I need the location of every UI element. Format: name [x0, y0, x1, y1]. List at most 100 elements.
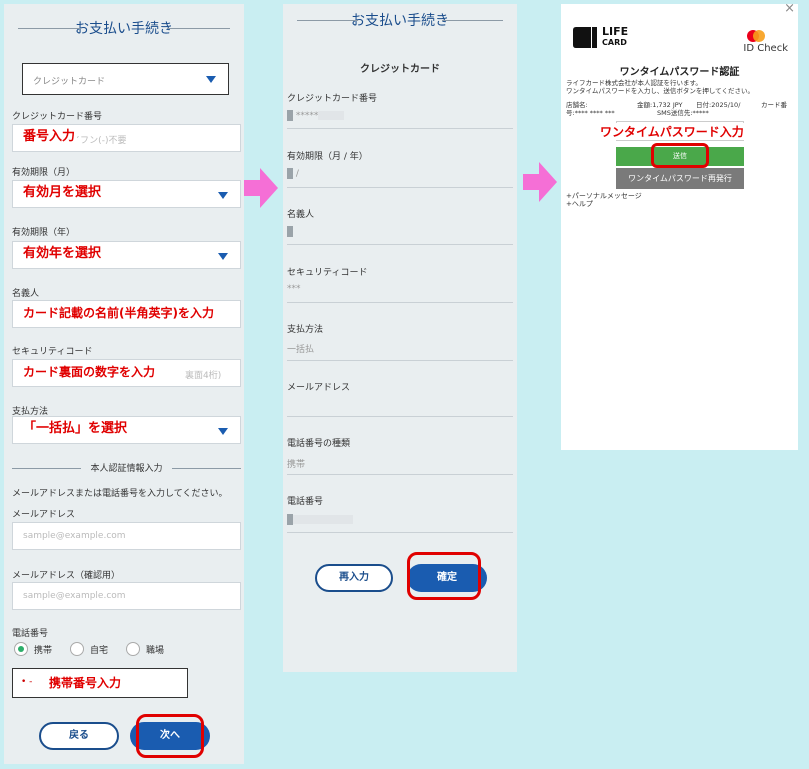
close-icon[interactable]: × [784, 1, 795, 16]
phone-type-home-label: 自宅 [90, 645, 109, 656]
confirm-email-label: メールアドレス [287, 383, 351, 393]
highlight-ring [136, 714, 204, 758]
confirm-name-value [287, 226, 293, 237]
exp-month-label: 有効期限（月） [12, 168, 76, 178]
otp-amount: 金額:1,732 JPY [637, 101, 683, 109]
auth-divider: 本人認証情報入力 [12, 461, 241, 474]
resend-otp-button[interactable]: ワンタイムパスワード再発行 [616, 168, 744, 189]
otp-sms-target: SMS送信先:***** [657, 109, 709, 117]
confirm-payment-value: 一括払 [287, 345, 315, 355]
otp-store-label: 店舗名: [566, 101, 588, 109]
phone-type-radio-group: 携帯 自宅 職場 [14, 642, 182, 656]
phone-type-home[interactable]: 自宅 [70, 642, 108, 656]
card-type-value: クレジットカード [33, 77, 106, 87]
masked-block [318, 111, 345, 120]
otp-card-number: 号:**** **** *** [566, 109, 615, 117]
email-placeholder: sample@example.com [23, 531, 126, 541]
confirm-heading: クレジットカード [360, 64, 440, 75]
life-card-logo-icon [573, 27, 597, 48]
confirm-card-number-value: ***** [287, 110, 345, 121]
arrow-right-icon [523, 162, 557, 202]
form-title: お支払い手続き [4, 18, 244, 38]
otp-title: ワンタイムパスワード認証 [619, 67, 740, 78]
confirm-security-label: セキュリティコード [287, 268, 368, 278]
masked-name [287, 226, 293, 237]
phone-type-work[interactable]: 職場 [126, 642, 164, 656]
confirm-card-number-text: ***** [295, 111, 319, 121]
confirm-expiry-label: 有効期限（月 / 年） [287, 152, 368, 162]
email-confirm-label: メールアドレス（確認用） [12, 571, 121, 581]
brand-name-line1: LIFE [602, 25, 629, 38]
back-button[interactable]: 戻る [39, 722, 119, 750]
divider [287, 302, 513, 303]
card-type-select[interactable]: クレジットカード [22, 63, 229, 95]
exp-year-annotation: 有効年を選択 [21, 245, 104, 263]
email-label: メールアドレス [12, 510, 76, 520]
auth-instruction: メールアドレスまたは電話番号を入力してください。 [12, 489, 228, 499]
confirm-phone-type-label: 電話番号の種類 [287, 439, 351, 449]
chevron-down-icon [206, 76, 216, 83]
otp-panel: × LIFE CARD ID Check ワンタイムパスワード認証 ライフカード… [561, 1, 798, 450]
confirm-phone-value [287, 514, 353, 525]
payment-method-select[interactable]: 「一括払」を選択 [12, 416, 241, 444]
payment-annotation: 「一括払」を選択 [21, 420, 130, 438]
personal-message-link[interactable]: +パーソナルメッセージ [566, 192, 642, 200]
brand-name-line2: CARD [602, 38, 627, 47]
highlight-ring [651, 143, 709, 168]
divider [287, 187, 513, 188]
divider [287, 128, 513, 129]
email-confirm-placeholder: sample@example.com [23, 591, 126, 601]
card-number-input[interactable]: イフン(-)不要 番号入力 [12, 124, 241, 152]
exp-month-select[interactable]: 有効月を選択 [12, 180, 241, 208]
security-code-placeholder: 裏面4桁) [185, 371, 222, 381]
reenter-button[interactable]: 再入力 [315, 564, 393, 592]
phone-number-input[interactable]: • - 携帯番号入力 [12, 668, 188, 698]
id-check-label: ID Check [743, 43, 788, 54]
confirm-phone-label: 電話番号 [287, 497, 324, 507]
confirm-payment-label: 支払方法 [287, 325, 324, 335]
masked-block [293, 515, 353, 524]
chevron-down-icon [218, 428, 228, 435]
security-code-label: セキュリティコード [12, 347, 93, 357]
confirm-phone-type-value: 携帯 [287, 460, 306, 470]
masked-digits [287, 110, 293, 121]
masked-digits [287, 168, 293, 179]
divider [287, 360, 513, 361]
otp-description-2: ワンタイムパスワードを入力し、送信ボタンを押してください。 [566, 87, 754, 95]
arrow-right-icon [244, 168, 278, 208]
help-link[interactable]: +ヘルプ [566, 200, 593, 208]
confirm-expiry-text: / [295, 169, 299, 179]
otp-description-1: ライフカード株式会社が本人認証を行います。 [566, 79, 702, 87]
confirm-panel: お支払い手続き クレジットカード クレジットカード番号 ***** 有効期限（月… [283, 4, 517, 672]
divider [287, 416, 513, 417]
card-number-annotation: 番号入力 [21, 128, 78, 146]
confirm-name-label: 名義人 [287, 210, 315, 220]
divider [287, 474, 513, 475]
confirm-title: お支払い手続き [283, 10, 517, 30]
chevron-down-icon [218, 192, 228, 199]
exp-year-select[interactable]: 有効年を選択 [12, 241, 241, 269]
otp-card-label: カード番 [761, 101, 787, 109]
highlight-ring [407, 552, 481, 600]
payment-form-panel: お支払い手続き クレジットカード クレジットカード番号 イフン(-)不要 番号入… [4, 4, 244, 764]
exp-year-label: 有効期限（年） [12, 228, 76, 238]
confirm-expiry-value: / [287, 168, 299, 179]
confirm-security-value: *** [287, 284, 301, 294]
cardholder-name-input[interactable]: カード記載の名前(半角英字)を入力 [12, 300, 241, 328]
radio-icon [70, 642, 85, 656]
otp-date: 日付:2025/10/ [696, 101, 741, 109]
otp-annotation: ワンタイムパスワード入力 [598, 123, 746, 140]
email-confirm-input[interactable]: sample@example.com [12, 582, 241, 610]
chevron-down-icon [218, 253, 228, 260]
name-annotation: カード記載の名前(半角英字)を入力 [21, 304, 216, 322]
mastercard-icon [746, 27, 766, 42]
phone-type-mobile[interactable]: 携帯 [14, 642, 52, 656]
email-input[interactable]: sample@example.com [12, 522, 241, 550]
card-number-label: クレジットカード番号 [12, 112, 103, 122]
divider [287, 532, 513, 533]
phone-annotation: 携帯番号入力 [49, 676, 122, 690]
exp-month-annotation: 有効月を選択 [21, 184, 104, 202]
security-code-input[interactable]: 裏面4桁) カード裏面の数字を入力 [12, 359, 241, 387]
name-label: 名義人 [12, 289, 40, 299]
phone-type-work-label: 職場 [146, 645, 165, 656]
